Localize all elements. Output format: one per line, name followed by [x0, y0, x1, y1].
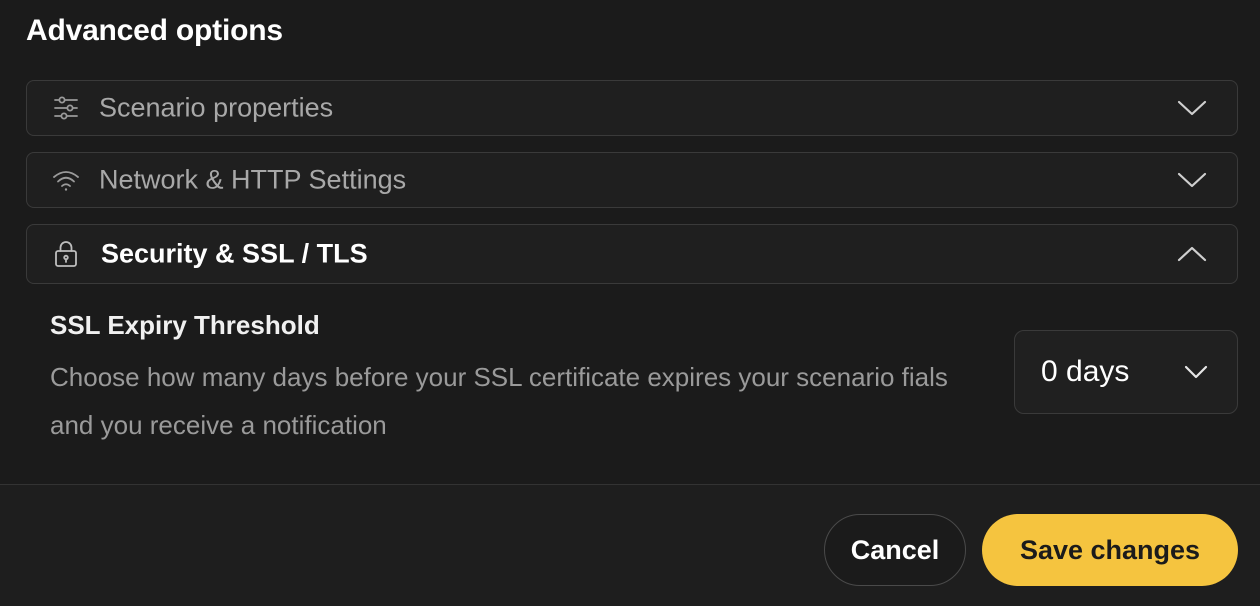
sliders-icon: [51, 93, 81, 123]
ssl-expiry-threshold-description: Choose how many days before your SSL cer…: [50, 362, 948, 440]
accordion-label: Scenario properties: [99, 92, 334, 123]
select-value: 0 days: [1041, 355, 1130, 388]
chevron-down-icon: [1175, 97, 1209, 119]
accordion-network-http-settings[interactable]: Network & HTTP Settings: [26, 152, 1238, 208]
page-title: Advanced options: [26, 14, 283, 47]
advanced-options-panel: Advanced options Scenario properties Net…: [0, 0, 1260, 606]
accordion-label: Security & SSL / TLS: [101, 238, 368, 269]
ssl-expiry-threshold-title: SSL Expiry Threshold: [50, 310, 320, 340]
accordion-scenario-properties[interactable]: Scenario properties: [26, 80, 1238, 136]
accordion-security-ssl-tls[interactable]: Security & SSL / TLS: [26, 224, 1238, 284]
wifi-icon: [51, 165, 81, 195]
cancel-button[interactable]: Cancel: [824, 514, 966, 586]
footer-actions: Cancel Save changes: [0, 484, 1260, 606]
chevron-up-icon: [1175, 243, 1209, 265]
accordion-label: Network & HTTP Settings: [99, 164, 407, 195]
ssl-expiry-days-select[interactable]: 0 days: [1014, 330, 1238, 414]
save-changes-button[interactable]: Save changes: [982, 514, 1238, 586]
chevron-down-icon: [1183, 364, 1209, 380]
lock-icon: [51, 239, 81, 269]
chevron-down-icon: [1175, 169, 1209, 191]
